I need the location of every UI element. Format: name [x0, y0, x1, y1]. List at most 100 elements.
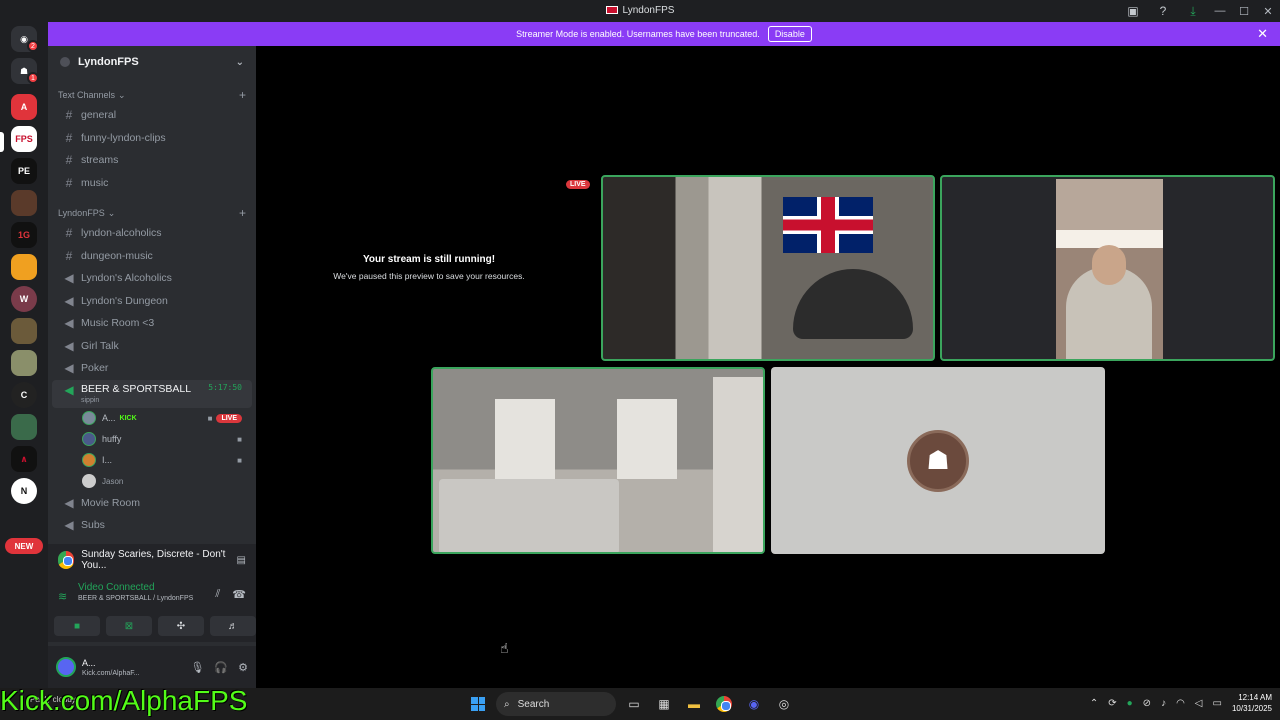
- server-icon[interactable]: PE: [11, 158, 37, 184]
- window-title: LyndonFPS: [0, 5, 1280, 16]
- mic-tray-icon[interactable]: ♪: [1161, 698, 1166, 709]
- notification-badge: 1: [27, 72, 39, 84]
- signal-icon[interactable]: ≋: [58, 590, 67, 603]
- server-icon[interactable]: [11, 414, 37, 440]
- minimize-button[interactable]: —: [1208, 0, 1232, 22]
- disconnect-icon[interactable]: ☎: [232, 588, 246, 601]
- voice-user[interactable]: I... ■: [52, 450, 252, 471]
- server-icon[interactable]: [11, 350, 37, 376]
- chrome-taskbar-icon[interactable]: [712, 692, 736, 716]
- inbox-icon[interactable]: ▣: [1118, 0, 1148, 22]
- task-view-icon[interactable]: ▭: [622, 692, 646, 716]
- server-icon[interactable]: FPS: [11, 126, 37, 152]
- store-icon[interactable]: ▦: [652, 692, 676, 716]
- video-stage: [256, 46, 1280, 688]
- hash-icon: #: [65, 108, 73, 123]
- guild-header[interactable]: LyndonFPS ⌄: [48, 46, 256, 78]
- channel-dungeon-music[interactable]: # dungeon-music: [52, 245, 252, 268]
- voice-user[interactable]: A... KICK ■ LIVE: [52, 408, 252, 429]
- new-badge[interactable]: NEW: [5, 538, 43, 554]
- avatar[interactable]: [56, 657, 76, 677]
- server-icon[interactable]: [11, 190, 37, 216]
- discord-taskbar-icon[interactable]: ◉: [742, 692, 766, 716]
- camera-icon: ■: [237, 434, 242, 444]
- flag-icon: [605, 6, 618, 14]
- help-icon[interactable]: ?: [1148, 0, 1178, 22]
- disable-button[interactable]: Disable: [767, 26, 812, 42]
- clock[interactable]: 12:14 AM 10/31/2025: [1232, 692, 1272, 714]
- status-icon[interactable]: ●: [1127, 698, 1133, 709]
- category-text-channels[interactable]: Text Channels ⌄ +: [48, 86, 256, 104]
- channel-funny-lyndon-clips[interactable]: # funny-lyndon-clips: [52, 127, 252, 150]
- microphone-icon[interactable]: 🎙: [190, 661, 204, 674]
- voice-channel[interactable]: ◀ Lyndon's Dungeon: [52, 290, 252, 313]
- add-channel-icon[interactable]: +: [239, 88, 246, 102]
- windows-start-icon[interactable]: [466, 692, 490, 716]
- speaker-icon: ◀: [64, 293, 74, 308]
- system-tray: ⌃ ⟳ ● ⊘ ♪ ◠ ◁ ▭ 12:14 AM 10/31/2025: [1090, 692, 1272, 714]
- screen-share-icon[interactable]: ▤: [237, 555, 246, 566]
- video-subject: [793, 269, 913, 339]
- paused-title: Your stream is still running!: [362, 254, 496, 265]
- voice-channel-active[interactable]: ◀ BEER & SPORTSBALL sippin 5:17:50: [52, 379, 252, 408]
- title-bar: LyndonFPS ▣ ? ⤓ — ☐ ✕: [0, 0, 1280, 22]
- close-window-button[interactable]: ✕: [1256, 0, 1280, 22]
- headphones-icon[interactable]: 🎧: [214, 661, 228, 674]
- file-explorer-icon[interactable]: ▬: [682, 692, 706, 716]
- voice-channel[interactable]: ◀ Girl Talk: [52, 335, 252, 358]
- voice-channel[interactable]: ◀ Poker: [52, 357, 252, 380]
- video-tile[interactable]: ☗: [771, 367, 1105, 554]
- noise-suppression-icon[interactable]: ⫽: [215, 588, 220, 601]
- server-icon[interactable]: C: [11, 382, 37, 408]
- voice-channel[interactable]: ◀ Subs: [52, 514, 252, 537]
- maximize-button[interactable]: ☐: [1232, 0, 1256, 22]
- video-tile[interactable]: [940, 175, 1275, 361]
- wifi-icon[interactable]: ◠: [1176, 698, 1185, 709]
- voice-channel[interactable]: ◀ Lyndon's Alcoholics: [52, 267, 252, 290]
- close-icon[interactable]: ✕: [1257, 26, 1268, 42]
- server-rail: ◉ 2 ☗ 1 A FPS PE 1G W C ∧ N NEW: [0, 22, 48, 688]
- video-tile[interactable]: [601, 175, 935, 361]
- channel-music[interactable]: # music: [52, 172, 252, 195]
- server-icon[interactable]: W: [11, 286, 37, 312]
- server-icon[interactable]: N: [11, 478, 37, 504]
- activity-panel[interactable]: Sunday Scaries, Discrete - Don't You... …: [48, 544, 256, 576]
- voice-user[interactable]: Jason: [52, 471, 252, 492]
- screen-share-button[interactable]: ⊠: [106, 616, 152, 636]
- video-tile[interactable]: [431, 367, 765, 554]
- category-lyndonfps[interactable]: LyndonFPS ⌄ +: [48, 204, 256, 222]
- channel-general[interactable]: # general: [52, 104, 252, 127]
- user-panel: A... Kick.com/AlphaF... 🎙 🎧 ⚙: [48, 646, 256, 688]
- camera-button[interactable]: ■: [54, 616, 100, 636]
- guild-icon: [60, 57, 70, 67]
- server-icon[interactable]: A: [11, 94, 37, 120]
- hash-icon: #: [65, 130, 73, 145]
- voice-channel[interactable]: ◀ Movie Room: [52, 492, 252, 515]
- soundboard-button[interactable]: ♬: [210, 616, 256, 636]
- voice-user[interactable]: huffy ■: [52, 429, 252, 450]
- username[interactable]: A...: [82, 658, 140, 668]
- kick-tag: KICK: [119, 414, 137, 422]
- activities-button[interactable]: ✣: [158, 616, 204, 636]
- mute-icon[interactable]: ⊘: [1143, 698, 1151, 709]
- guild-name: LyndonFPS: [78, 56, 139, 68]
- server-icon[interactable]: ∧: [11, 446, 37, 472]
- server-icon[interactable]: 1G: [11, 222, 37, 248]
- speaker-icon: ◀: [64, 316, 74, 331]
- speaker-icon: ◀: [64, 495, 74, 510]
- download-icon[interactable]: ⤓: [1178, 0, 1208, 22]
- channel-streams[interactable]: # streams: [52, 149, 252, 172]
- voice-channel[interactable]: ◀ Music Room <3: [52, 312, 252, 335]
- channel-lyndon-alcoholics[interactable]: # lyndon-alcoholics: [52, 222, 252, 245]
- avatar: [82, 474, 96, 488]
- server-icon[interactable]: [11, 318, 37, 344]
- add-channel-icon[interactable]: +: [239, 206, 246, 220]
- sync-icon[interactable]: ⟳: [1108, 698, 1116, 709]
- gear-icon[interactable]: ⚙: [238, 661, 248, 674]
- battery-icon[interactable]: ▭: [1213, 698, 1222, 709]
- server-icon[interactable]: [11, 254, 37, 280]
- chevron-up-icon[interactable]: ⌃: [1090, 698, 1098, 709]
- app-taskbar-icon[interactable]: ◎: [772, 692, 796, 716]
- volume-icon[interactable]: ◁: [1195, 698, 1203, 709]
- taskbar-search[interactable]: ⌕ Search: [496, 692, 616, 716]
